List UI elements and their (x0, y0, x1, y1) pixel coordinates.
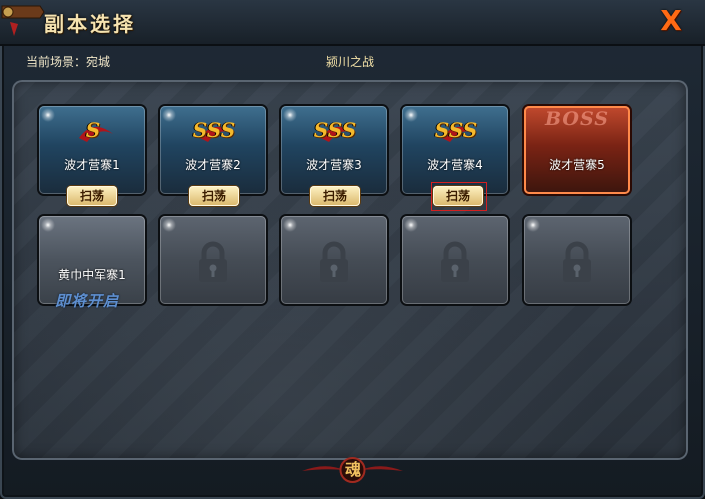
shine-decoration (162, 108, 176, 122)
sweep-button-1[interactable]: 扫荡 (67, 186, 117, 206)
boss-watermark: BOSS (545, 108, 609, 130)
shine-decoration (41, 108, 55, 122)
stage-label: 黄巾中军寨1 (58, 268, 126, 282)
battle-name: 颍川之战 (326, 55, 375, 69)
emblem-glyph: 魂 (344, 460, 361, 479)
grade-badge: SSS (311, 116, 359, 146)
lock-icon (320, 241, 348, 282)
sweep-button-3[interactable]: 扫荡 (310, 186, 360, 206)
window-title: 副本选择 (44, 12, 136, 36)
shine-decoration (283, 108, 297, 122)
grade-text: SSS (192, 118, 236, 142)
shine-decoration (404, 218, 418, 232)
sweep-button-2[interactable]: 扫荡 (189, 186, 239, 206)
shine-decoration (404, 108, 418, 122)
stage-grid: S 波才营寨1 SSS 波才营寨2 SSS 波才营寨3 SSS 波才营寨4 BO… (12, 80, 688, 460)
stage-label: 波才营寨1 (64, 158, 120, 172)
selection-highlight (431, 182, 487, 211)
grade-badge: SSS (432, 116, 480, 146)
stage-label: 波才营寨4 (427, 158, 483, 172)
shine-decoration (283, 218, 297, 232)
lock-icon (441, 241, 469, 282)
grade-badge: S (69, 116, 117, 146)
stage-label: 波才营寨2 (185, 158, 241, 172)
stage-label: 波才营寨3 (306, 158, 362, 172)
shine-decoration (162, 218, 176, 232)
stage-card-boss[interactable]: BOSS 波才营寨5 (524, 106, 630, 194)
stage-card-locked (524, 216, 630, 304)
grade-text: S (85, 118, 101, 142)
stage-card-4[interactable]: SSS 波才营寨4 (402, 106, 508, 194)
coming-soon-note: 即将开启 (55, 292, 120, 310)
stage-card-locked (402, 216, 508, 304)
lock-icon (563, 241, 591, 282)
dungeon-select-window: 副本选择 X 当前场景：宛城 颍川之战 S 波才营寨1 SSS 波才营寨2 SS… (0, 0, 705, 499)
stage-card-locked (281, 216, 387, 304)
stage-card-locked (160, 216, 266, 304)
grade-text: SSS (434, 118, 478, 142)
bottom-ornament: 魂 (300, 456, 405, 486)
info-bar: 当前场景：宛城 颍川之战 (18, 48, 686, 74)
shine-decoration (41, 218, 55, 232)
lock-icon (199, 241, 227, 282)
grade-text: SSS (313, 118, 357, 142)
current-scene-label: 当前场景：宛城 (26, 55, 111, 69)
scroll-ornament-icon (1, 5, 45, 36)
title-bar: 副本选择 X (0, 0, 705, 46)
close-button[interactable]: X (656, 6, 686, 36)
stage-card-2[interactable]: SSS 波才营寨2 (160, 106, 266, 194)
grade-badge: SSS (190, 116, 238, 146)
stage-card-3[interactable]: SSS 波才营寨3 (281, 106, 387, 194)
stage-card-1[interactable]: S 波才营寨1 (39, 106, 145, 194)
stage-label: 波才营寨5 (549, 158, 605, 172)
shine-decoration (526, 218, 540, 232)
